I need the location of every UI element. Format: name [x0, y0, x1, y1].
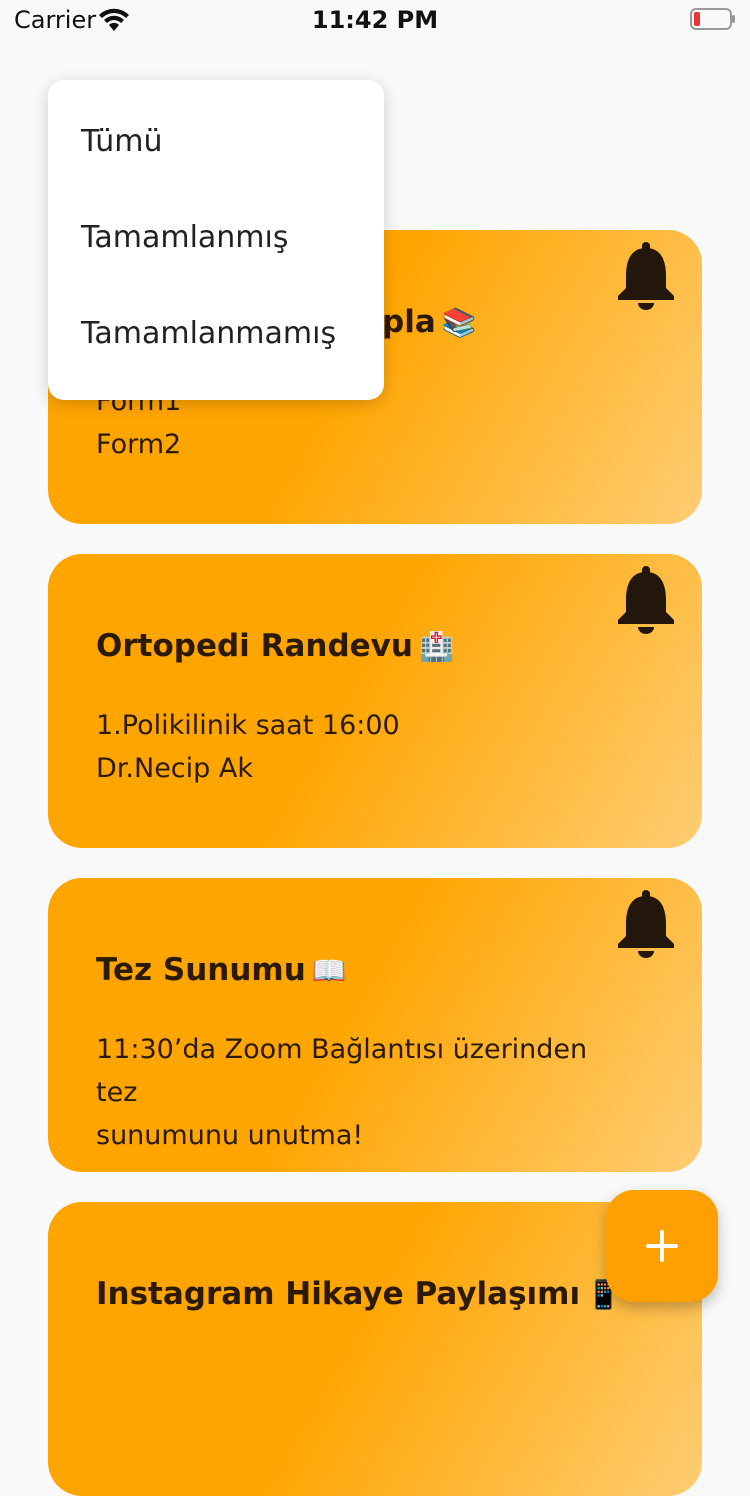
plus-icon [646, 1230, 678, 1262]
task-title: pla 📚 [382, 304, 662, 340]
task-description-line: sunumunu unutma! [96, 1120, 364, 1151]
task-card[interactable]: Ortopedi Randevu 🏥 1.Polikilinik saat 16:… [48, 554, 702, 848]
task-title: Instagram Hikaye Paylaşımı 📱 [96, 1276, 662, 1312]
bell-icon[interactable] [616, 242, 676, 310]
task-card[interactable]: Tez Sunumu 📖 11:30’da Zoom Bağlantısı üze… [48, 878, 702, 1172]
books-emoji: 📚 [441, 306, 477, 339]
task-title-text: Ortopedi Randevu [96, 628, 413, 664]
task-description-line: 11:30’da Zoom Bağlantısı üzerinden tez [96, 1034, 588, 1108]
task-description-line: 1.Polikilinik saat 16:00 [96, 710, 400, 741]
task-description: 11:30’da Zoom Bağlantısı üzerinden tez s… [96, 1028, 632, 1157]
hospital-emoji: 🏥 [418, 630, 454, 663]
task-title-text: Tez Sunumu [96, 952, 306, 988]
filter-option-completed[interactable]: Tamamlanmış [81, 220, 289, 255]
moon-icon[interactable] [634, 92, 690, 164]
task-title-text: pla [382, 304, 436, 340]
task-description: 1.Polikilinik saat 16:00 Dr.Necip Ak [96, 704, 632, 790]
task-title: Tez Sunumu 📖 [96, 952, 662, 988]
bell-icon[interactable] [616, 890, 676, 958]
task-description-line: Form2 [96, 429, 182, 460]
battery-icon [690, 8, 735, 30]
filter-option-incomplete[interactable]: Tamamlanmamış [81, 316, 336, 351]
status-time: 11:42 PM [311, 6, 439, 34]
task-description-line: Dr.Necip Ak [96, 753, 253, 784]
task-title-text: Instagram Hikaye Paylaşımı [96, 1276, 581, 1312]
book-emoji: 📖 [311, 954, 347, 987]
task-title: Ortopedi Randevu 🏥 [96, 628, 662, 664]
status-bar: Carrier 11:42 PM [0, 0, 750, 40]
add-task-button[interactable] [606, 1190, 718, 1302]
filter-menu: Tümü Tamamlanmış Tamamlanmamış [48, 80, 384, 400]
bell-icon[interactable] [616, 566, 676, 634]
filter-option-all[interactable]: Tümü [81, 124, 162, 159]
task-card[interactable]: Instagram Hikaye Paylaşımı 📱 [48, 1202, 702, 1496]
